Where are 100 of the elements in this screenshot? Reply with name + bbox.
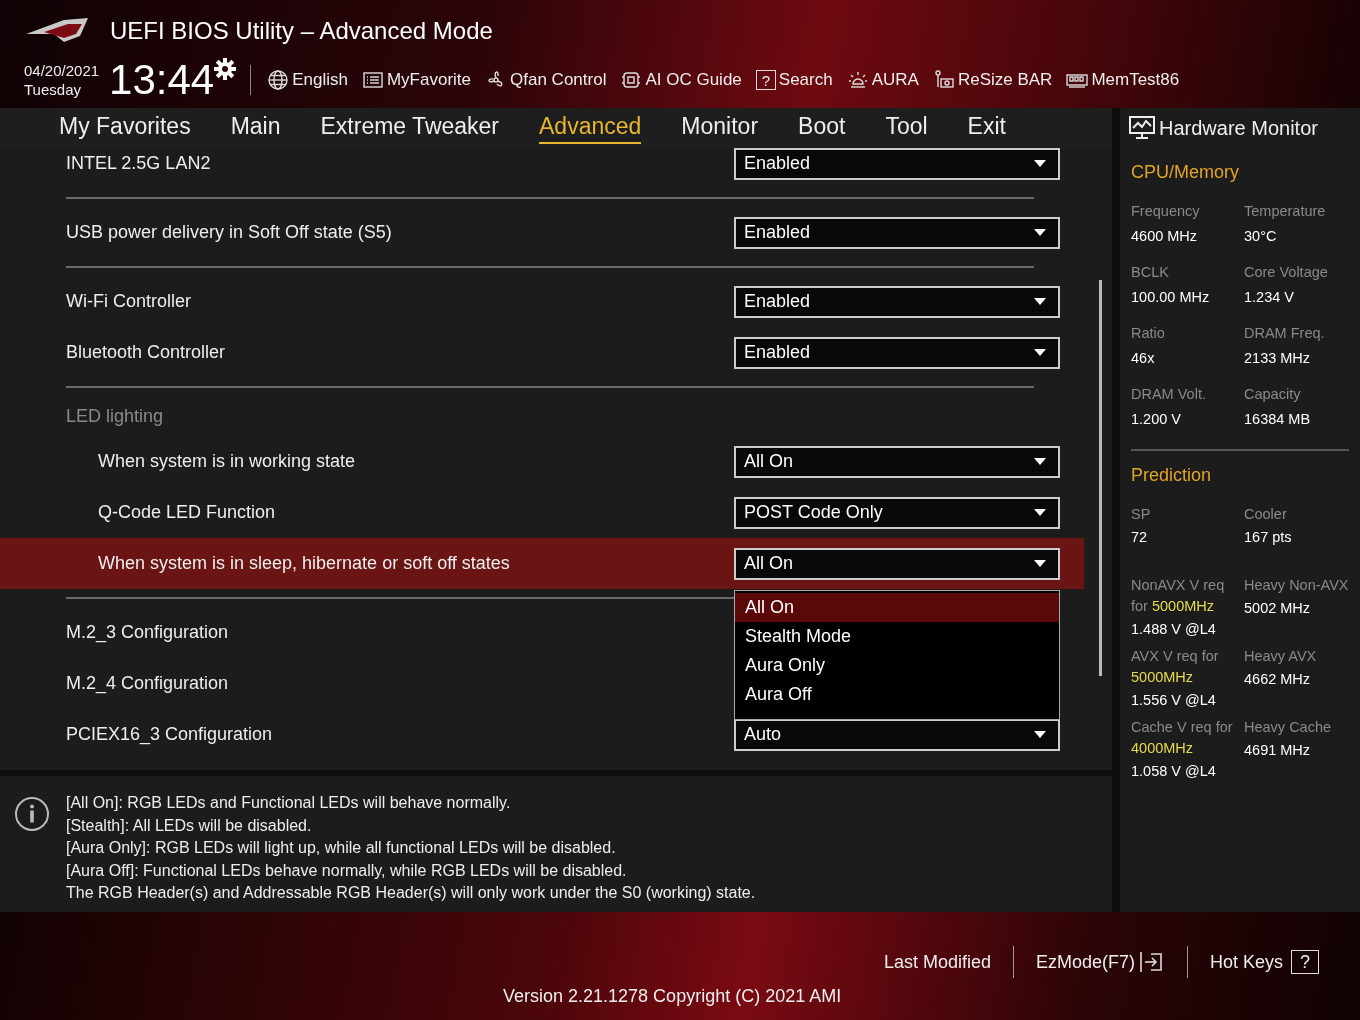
setting-label: When system is in working state bbox=[98, 451, 356, 472]
settings-icon[interactable] bbox=[214, 58, 237, 80]
toolbar-button[interactable]: ? Search bbox=[755, 70, 833, 90]
toolbar-button[interactable]: MyFavorite bbox=[361, 69, 472, 91]
stat-label: DRAM Freq. bbox=[1244, 324, 1326, 343]
setting-label: When system is in sleep, hibernate or soft off states bbox=[98, 553, 510, 574]
setting-label: PCIEX16_3 Configuration bbox=[66, 724, 273, 745]
stat-value: 2133 MHz bbox=[1244, 350, 1312, 366]
toolbar-button[interactable]: AI OC Guide bbox=[620, 69, 742, 91]
menu-tab[interactable]: Tool bbox=[885, 112, 928, 144]
stat-label: Frequency bbox=[1131, 202, 1201, 221]
setting-row[interactable]: Wi-Fi Controller Enabled bbox=[0, 276, 1084, 327]
dropdown-option[interactable]: Stealth Mode bbox=[735, 621, 1059, 651]
caret-icon bbox=[1034, 560, 1046, 567]
dropdown[interactable]: Enabled bbox=[734, 148, 1060, 180]
menu-tab[interactable]: My Favorites bbox=[59, 112, 191, 144]
setting-row[interactable]: USB power delivery in Soft Off state (S5) Enabled bbox=[0, 207, 1084, 258]
stat-value: 5002 MHz bbox=[1244, 600, 1312, 616]
caret-icon bbox=[1034, 160, 1046, 167]
help-text: [Aura Only]: RGB LEDs will light up, while all functional LEDs will be disabled. bbox=[66, 838, 617, 858]
toolbar-button[interactable]: AURA bbox=[846, 69, 919, 91]
stat-label: SP bbox=[1131, 505, 1152, 524]
stat-label: Heavy Non-AVX bbox=[1244, 576, 1350, 595]
dropdown-option[interactable]: All On bbox=[735, 592, 1059, 622]
caret-icon bbox=[1034, 458, 1046, 465]
footer-button[interactable]: Hot Keys ? bbox=[1187, 950, 1341, 974]
stat-value: 4691 MHz bbox=[1244, 742, 1312, 758]
caret-icon bbox=[1034, 349, 1046, 356]
stat-value: 1.200 V bbox=[1131, 411, 1182, 427]
stat-label: DRAM Volt. bbox=[1131, 385, 1207, 404]
menu-tab[interactable]: Boot bbox=[798, 112, 846, 144]
setting-row[interactable]: INTEL 2.5G LAN2 Enabled bbox=[0, 148, 1084, 189]
caret-icon bbox=[1034, 731, 1046, 738]
stat-label: Ratio bbox=[1131, 324, 1166, 343]
dropdown[interactable]: Enabled bbox=[734, 216, 1060, 249]
setting-row[interactable]: When system is in working state All On bbox=[0, 436, 1084, 487]
group-heading: LED lighting bbox=[65, 404, 165, 428]
help-icon: ? bbox=[755, 70, 776, 90]
setting-row[interactable]: Bluetooth Controller Enabled bbox=[0, 327, 1084, 378]
stat-value: 167 pts bbox=[1244, 529, 1293, 545]
stat-value: 46x bbox=[1131, 350, 1156, 366]
setting-label: Wi-Fi Controller bbox=[66, 291, 191, 312]
lamp-icon bbox=[846, 69, 869, 91]
caret-icon bbox=[1034, 298, 1046, 305]
menu-tab[interactable]: Exit bbox=[967, 112, 1006, 144]
caret-icon bbox=[1034, 229, 1046, 236]
list-icon bbox=[361, 69, 384, 91]
setting-label: INTEL 2.5G LAN2 bbox=[66, 153, 211, 174]
stat-label: Capacity bbox=[1244, 385, 1302, 404]
setting-label: Q-Code LED Function bbox=[98, 502, 276, 523]
stat-label: Core Voltage bbox=[1244, 263, 1329, 282]
help-text: [Aura Off]: Functional LEDs behave normally, while RGB LEDs will be disabled. bbox=[66, 860, 628, 881]
stat-value: 1.234 V bbox=[1244, 289, 1295, 305]
stat-value: 4600 MHz bbox=[1131, 228, 1199, 244]
dropdown-option[interactable]: Aura Only bbox=[735, 650, 1059, 680]
help-text: [All On]: RGB LEDs and Functional LEDs will behave normally. bbox=[66, 793, 512, 813]
menu-tab[interactable]: Extreme Tweaker bbox=[320, 112, 500, 144]
section-title: Prediction bbox=[1131, 465, 1213, 486]
setting-row[interactable]: Q-Code LED Function POST Code Only bbox=[0, 487, 1084, 538]
date-text: 04/20/2021 bbox=[24, 61, 100, 80]
footer-button[interactable]: Last Modified bbox=[861, 951, 1013, 973]
stat-value: 1.058 V @L4 bbox=[1131, 763, 1217, 779]
toolbar-button[interactable]: Qfan Control bbox=[485, 69, 607, 91]
dropdown-option[interactable]: Aura Off bbox=[735, 679, 1059, 709]
stat-label: Cooler bbox=[1244, 505, 1288, 524]
stat-value: 100.00 MHz bbox=[1131, 289, 1211, 305]
dropdown[interactable]: POST Code Only bbox=[734, 496, 1060, 529]
toolbar-button[interactable]: English bbox=[267, 69, 348, 91]
stat-label: AVX V req for 5000MHz bbox=[1131, 647, 1220, 687]
chip-icon bbox=[620, 69, 643, 91]
footer-button[interactable]: EzMode(F7) bbox=[1013, 950, 1187, 974]
dropdown[interactable]: Enabled bbox=[734, 285, 1060, 318]
window-title: UEFI BIOS Utility – Advanced Mode bbox=[110, 17, 493, 45]
exit-icon bbox=[1138, 950, 1165, 974]
setting-label: Bluetooth Controller bbox=[66, 342, 226, 363]
dropdown[interactable]: Enabled bbox=[734, 336, 1060, 369]
toolbar-button[interactable]: ReSize BAR bbox=[932, 69, 1053, 91]
stat-value: 30°C bbox=[1244, 228, 1278, 244]
panel-title: Hardware Monitor bbox=[1159, 116, 1318, 140]
toolbar-button[interactable]: MemTest86 bbox=[1066, 69, 1180, 91]
stat-value: 4662 MHz bbox=[1244, 671, 1312, 687]
monitor-icon bbox=[1129, 116, 1155, 140]
scrollbar[interactable] bbox=[1099, 280, 1102, 676]
stat-value: 72 bbox=[1131, 529, 1149, 545]
help-text: The RGB Header(s) and Addressable RGB Header(s) will only work under the S0 (working) state. bbox=[66, 883, 756, 903]
setting-label: USB power delivery in Soft Off state (S5) bbox=[66, 222, 392, 243]
dropdown[interactable]: Auto bbox=[734, 718, 1060, 751]
stat-value: 1.488 V @L4 bbox=[1131, 621, 1217, 637]
menu-tab[interactable]: Monitor bbox=[681, 112, 759, 144]
section-title: CPU/Memory bbox=[1131, 162, 1240, 183]
info-icon bbox=[14, 796, 50, 832]
stat-label: NonAVX V req for 5000MHz bbox=[1131, 576, 1226, 616]
menu-tab[interactable]: Main bbox=[230, 112, 281, 144]
setting-label: M.2_3 Configuration bbox=[66, 622, 229, 643]
stat-value: 1.556 V @L4 bbox=[1131, 692, 1217, 708]
graphics-card-icon bbox=[932, 69, 955, 91]
stat-label: Heavy Cache bbox=[1244, 718, 1333, 737]
dropdown[interactable]: All On bbox=[734, 445, 1060, 478]
menu-tab[interactable]: Advanced bbox=[539, 112, 642, 144]
help-icon: ? bbox=[1291, 950, 1319, 974]
